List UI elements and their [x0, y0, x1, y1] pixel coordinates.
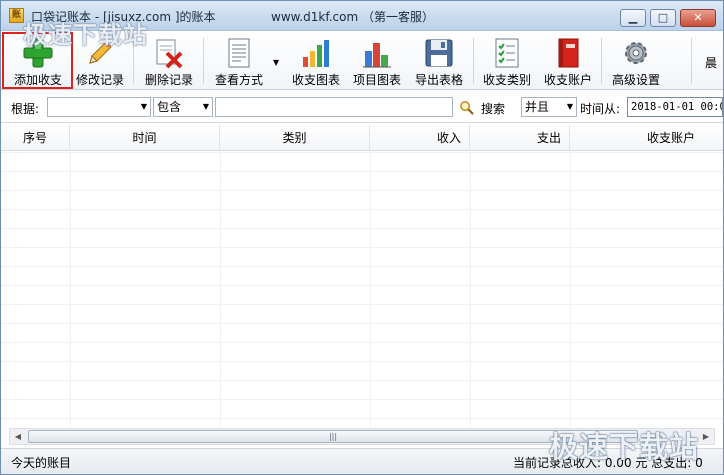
- filter-bar: 根据: ▼ 包含 ▼ 搜索 并且 ▼ 时间从: 2018-01-01 00:0: [1, 91, 723, 123]
- delete-record-button[interactable]: 删除记录: [139, 34, 199, 88]
- income-chart-label: 收支图表: [291, 73, 340, 87]
- search-input[interactable]: [215, 97, 453, 117]
- grid-row-line: [1, 171, 723, 172]
- grid-column-line: [570, 152, 571, 427]
- column-chart-icon: [363, 43, 391, 68]
- grid-column-line: [370, 152, 371, 427]
- table-header: 序号 时间 类别 收入 支出 收支账户: [1, 125, 723, 151]
- grid-row-line: [1, 304, 723, 305]
- gear-icon: [625, 42, 647, 64]
- export-table-button[interactable]: 导出表格: [409, 34, 469, 88]
- grid-row-line: [1, 342, 723, 343]
- advanced-settings-button[interactable]: 高级设置: [605, 34, 667, 88]
- grid-row-line: [1, 190, 723, 191]
- table-body[interactable]: [1, 152, 723, 427]
- basis-select[interactable]: ▼: [47, 97, 151, 117]
- scroll-right-icon[interactable]: ▶: [698, 429, 714, 444]
- save-disk-icon: [425, 39, 453, 67]
- status-today-label: 今天的账目: [11, 456, 72, 470]
- grid-column-line: [70, 152, 71, 427]
- app-window: 账 口袋记账本 - [jisuxz.com ]的账本 www.d1kf.com …: [0, 0, 724, 475]
- bar-chart-icon: [303, 40, 329, 67]
- column-header-account[interactable]: 收支账户: [570, 125, 723, 151]
- logic-select-value: 并且: [525, 100, 550, 114]
- income-chart-button[interactable]: 收支图表: [286, 34, 346, 88]
- grid-row-line: [1, 152, 723, 153]
- account-button[interactable]: 收支账户: [539, 34, 597, 88]
- edit-record-label: 修改记录: [75, 73, 124, 87]
- delete-record-label: 删除记录: [144, 73, 193, 87]
- time-from-input[interactable]: 2018-01-01 00:0: [627, 97, 723, 117]
- match-mode-select[interactable]: 包含 ▼: [153, 97, 213, 117]
- logic-select[interactable]: 并且 ▼: [521, 97, 577, 117]
- search-icon[interactable]: [459, 100, 474, 115]
- search-button[interactable]: 搜索: [481, 100, 505, 117]
- close-button[interactable]: ✕: [680, 9, 716, 27]
- checklist-icon: [495, 38, 519, 68]
- chevron-down-icon: ▼: [202, 102, 209, 111]
- column-header-index[interactable]: 序号: [1, 125, 70, 151]
- toolbar-separator: [601, 38, 602, 84]
- grid-row-line: [1, 285, 723, 286]
- grid-row-line: [1, 418, 723, 419]
- grid-row-line: [1, 361, 723, 362]
- category-button[interactable]: 收支类别: [477, 34, 537, 88]
- column-header-expense[interactable]: 支出: [470, 125, 570, 151]
- grid-row-line: [1, 380, 723, 381]
- column-header-category[interactable]: 类别: [220, 125, 370, 151]
- watermark-top: 极速下载站: [23, 21, 148, 49]
- grid-row-line: [1, 323, 723, 324]
- grid-column-line: [220, 152, 221, 427]
- red-book-icon: [558, 38, 579, 68]
- scroll-left-icon[interactable]: ◀: [10, 429, 26, 444]
- basis-label: 根据:: [11, 102, 40, 116]
- match-mode-value: 包含: [157, 100, 182, 114]
- chevron-down-icon: ▼: [566, 102, 573, 111]
- grid-column-line: [470, 152, 471, 427]
- scrollbar-thumb[interactable]: |||: [28, 430, 638, 443]
- export-table-label: 导出表格: [414, 73, 463, 87]
- toolbar-separator: [473, 38, 474, 84]
- view-mode-button[interactable]: 查看方式: [209, 34, 269, 88]
- grid-row-line: [1, 247, 723, 248]
- advanced-settings-label: 高级设置: [611, 73, 660, 87]
- grid-row-line: [1, 399, 723, 400]
- project-chart-label: 项目图表: [352, 73, 401, 87]
- account-label: 收支账户: [543, 73, 592, 87]
- toolbar-separator: [691, 38, 692, 84]
- document-list-icon: [228, 38, 250, 68]
- column-header-income[interactable]: 收入: [370, 125, 470, 151]
- view-mode-dropdown-icon[interactable]: ▼: [273, 58, 279, 67]
- grid-row-line: [1, 209, 723, 210]
- column-header-time[interactable]: 时间: [70, 125, 220, 151]
- toolbar-separator: [203, 38, 204, 84]
- minimize-button[interactable]: ▁: [620, 9, 646, 27]
- website-label: www.d1kf.com （第一客服）: [271, 10, 434, 24]
- project-chart-button[interactable]: 项目图表: [348, 34, 406, 88]
- maximize-button[interactable]: □: [650, 9, 676, 27]
- time-from-label: 时间从:: [580, 102, 621, 116]
- delete-document-icon: [156, 39, 183, 69]
- watermark-bottom: 极速下载站: [549, 430, 700, 464]
- records-table[interactable]: 序号 时间 类别 收入 支出 收支账户: [1, 125, 723, 427]
- chevron-down-icon: ▼: [140, 102, 147, 111]
- category-label: 收支类别: [482, 73, 531, 87]
- grid-row-line: [1, 266, 723, 267]
- app-logo-icon: 账: [9, 8, 24, 23]
- grid-row-line: [1, 228, 723, 229]
- view-mode-label: 查看方式: [214, 73, 263, 87]
- toolbar-overflow-label[interactable]: 晨: [705, 54, 717, 71]
